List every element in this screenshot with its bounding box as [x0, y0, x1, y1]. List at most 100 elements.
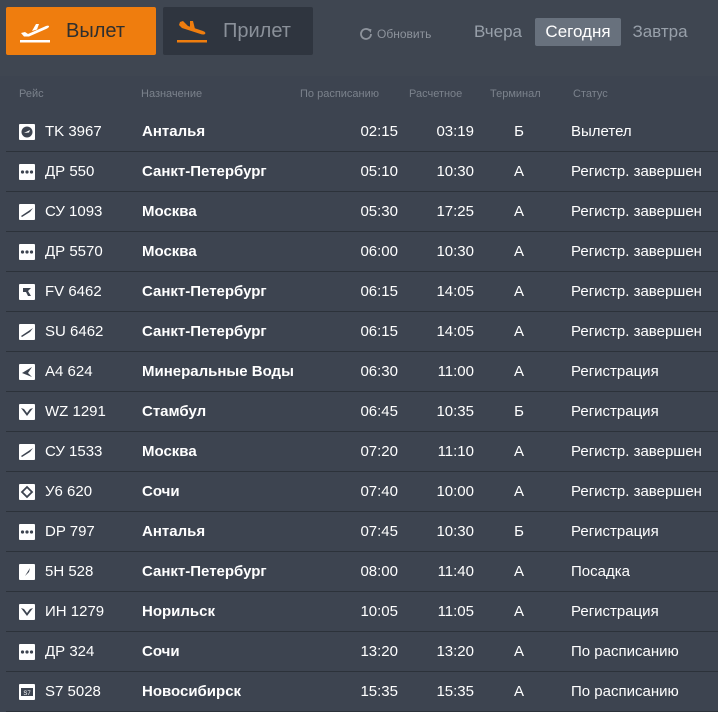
table-row[interactable]: ИН 1279 Норильск 10:05 11:05 А Регистрация	[6, 592, 718, 632]
table-row[interactable]: СУ 1533 Москва 07:20 11:10 А Регистр. заверше…	[6, 432, 718, 472]
scheduled-time: 08:00	[360, 563, 398, 580]
destination: Сочи	[142, 643, 180, 660]
scheduled-time: 07:45	[360, 523, 398, 540]
flight-number: A4 624	[45, 363, 93, 380]
column-header-flight: Рейс	[19, 88, 44, 100]
terminal: Б	[514, 403, 524, 420]
scheduled-time: 15:35	[360, 683, 398, 700]
terminal: А	[513, 203, 524, 220]
destination: Санкт-Петербург	[142, 323, 267, 340]
terminal: А	[513, 603, 524, 620]
destination: Санкт-Петербург	[142, 163, 267, 180]
refresh-icon	[360, 28, 372, 40]
s7-logo-icon: S7	[19, 684, 35, 700]
table-row[interactable]: ДР 324 Сочи 13:20 13:20 А По расписанию	[6, 632, 718, 672]
plane-takeoff-icon	[20, 24, 50, 43]
estimated-time: 14:05	[436, 323, 474, 340]
plane-landing-icon	[177, 21, 207, 43]
flight-number: FV 6462	[45, 283, 102, 300]
aeroflot-logo-icon	[19, 204, 35, 220]
estimated-time: 15:35	[436, 683, 474, 700]
table-row[interactable]: ДР 550 Санкт-Петербург 05:10 10:30 А Регистр.…	[6, 152, 718, 192]
tab-arrivals[interactable]: Прилет	[163, 7, 313, 55]
flight-status: По расписанию	[571, 643, 679, 660]
day-yesterday-button[interactable]: Вчера	[465, 18, 531, 46]
destination: Минеральные Воды	[142, 363, 294, 380]
terminal: А	[513, 283, 524, 300]
estimated-time: 10:30	[436, 523, 474, 540]
scheduled-time: 13:20	[360, 643, 398, 660]
flight-number: СУ 1093	[45, 203, 103, 220]
terminal: А	[513, 323, 524, 340]
destination: Норильск	[142, 603, 215, 620]
pobeda-logo-icon	[19, 244, 35, 260]
estimated-time: 17:25	[436, 203, 474, 220]
terminal: А	[513, 363, 524, 380]
day-tomorrow-button[interactable]: Завтра	[625, 18, 695, 46]
flight-status: Регистр. завершен	[571, 243, 702, 260]
destination: Новосибирск	[142, 683, 242, 700]
flight-status: Регистр. завершен	[571, 483, 702, 500]
terminal: А	[513, 443, 524, 460]
scheduled-time: 06:15	[360, 283, 398, 300]
flight-number: DP 797	[45, 523, 95, 540]
day-today-button[interactable]: Сегодня	[535, 18, 621, 46]
flight-status: Регистрация	[571, 603, 659, 620]
flight-status: Регистр. завершен	[571, 323, 702, 340]
destination: Москва	[142, 243, 197, 260]
table-row[interactable]: ДР 5570 Москва 06:00 10:30 А Регистр. заверше…	[6, 232, 718, 272]
estimated-time: 13:20	[436, 643, 474, 660]
flight-number: СУ 1533	[45, 443, 103, 460]
flight-status: Регистрация	[571, 363, 659, 380]
flight-status: Регистр. завершен	[571, 163, 702, 180]
scheduled-time: 06:45	[360, 403, 398, 420]
estimated-time: 11:05	[437, 603, 474, 620]
flight-status: Регистр. завершен	[571, 443, 702, 460]
destination: Москва	[142, 203, 197, 220]
generic-airline-logo-icon	[19, 564, 35, 580]
destination: Анталья	[142, 123, 206, 140]
flight-status: Регистрация	[571, 403, 659, 420]
flight-status: Регистр. завершен	[571, 203, 702, 220]
table-row[interactable]: TK 3967 Анталья 02:15 03:19 Б Вылетел	[6, 112, 718, 152]
ural-airlines-logo-icon	[19, 484, 35, 500]
flight-number: ИН 1279	[45, 603, 105, 620]
flight-number: WZ 1291	[45, 403, 106, 420]
refresh-button[interactable]: Обновить	[358, 25, 431, 43]
table-row[interactable]: 5H 528 Санкт-Петербург 08:00 11:40 А Посадка	[6, 552, 718, 592]
table-row[interactable]: У6 620 Сочи 07:40 10:00 А Регистр. завершен	[6, 472, 718, 512]
turkish-airlines-logo-icon	[19, 124, 35, 140]
estimated-time: 10:35	[436, 403, 474, 420]
svg-text:S7: S7	[23, 691, 31, 697]
table-row[interactable]: SU 6462 Санкт-Петербург 06:15 14:05 А Регистр…	[6, 312, 718, 352]
table-row[interactable]: DP 797 Анталья 07:45 10:30 Б Регистрация	[6, 512, 718, 552]
scheduled-time: 02:15	[360, 123, 398, 140]
flight-number: SU 6462	[45, 323, 104, 340]
destination: Санкт-Петербург	[142, 563, 267, 580]
terminal: А	[513, 563, 524, 580]
terminal: Б	[514, 523, 524, 540]
flight-status: По расписанию	[571, 683, 679, 700]
azimuth-logo-icon	[19, 364, 35, 380]
estimated-time: 11:10	[437, 443, 474, 460]
tab-departures[interactable]: Вылет	[6, 7, 156, 55]
table-row[interactable]: СУ 1093 Москва 05:30 17:25 А Регистр. заверше…	[6, 192, 718, 232]
destination: Москва	[142, 443, 197, 460]
flight-number: TK 3967	[45, 123, 102, 140]
table-row[interactable]: FV 6462 Санкт-Петербург 06:15 14:05 А Регистр…	[6, 272, 718, 312]
estimated-time: 10:30	[436, 243, 474, 260]
table-row[interactable]: A4 624 Минеральные Воды 06:30 11:00 А Регистр…	[6, 352, 718, 392]
aeroflot-logo-icon	[19, 324, 35, 340]
scheduled-time: 07:20	[360, 443, 398, 460]
column-header-destination: Назначение	[141, 88, 203, 100]
flight-number: ДР 550	[45, 163, 95, 180]
table-row[interactable]: WZ 1291 Стамбул 06:45 10:35 Б Регистрация	[6, 392, 718, 432]
flights-table: TK 3967 Анталья 02:15 03:19 Б Вылетел ДР 550 Са…	[6, 112, 718, 712]
table-row[interactable]: S7 S7 5028 Новосибирск 15:35 15:35 А По распис…	[6, 672, 718, 712]
terminal: А	[513, 643, 524, 660]
destination: Санкт-Петербург	[142, 283, 267, 300]
terminal: А	[513, 483, 524, 500]
pobeda-logo-icon	[19, 644, 35, 660]
destination: Сочи	[142, 483, 180, 500]
flight-status: Регистрация	[571, 523, 659, 540]
